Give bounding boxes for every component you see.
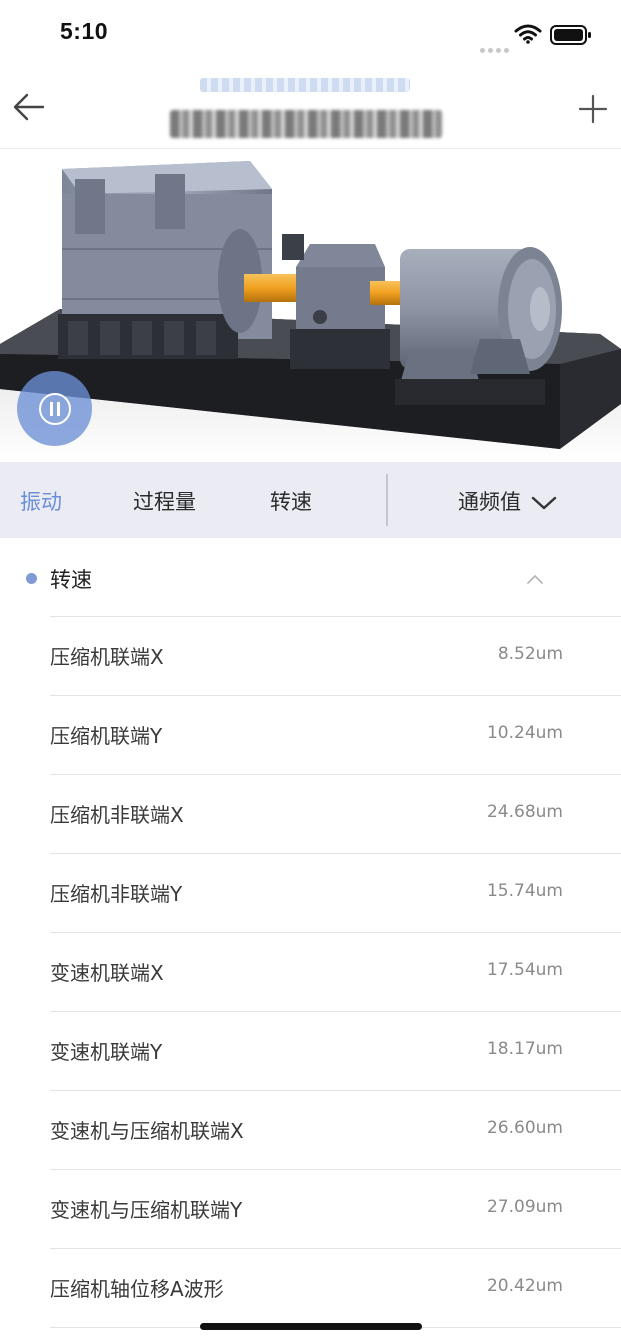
status-bar: 5:10 (0, 0, 621, 64)
list-item[interactable]: 变速机联端Y 18.17um (50, 1011, 621, 1090)
list-item-label: 压缩机轴位移A波形 (50, 1277, 224, 1301)
battery-icon (550, 25, 592, 49)
list-item-value: 24.68um (486, 802, 563, 822)
tab-process-quantity[interactable]: 过程量 (133, 486, 196, 516)
tab-divider (386, 474, 388, 526)
measurement-list: 压缩机联端X 8.52um 压缩机联端Y 10.24um 压缩机非联端X 24.… (50, 616, 621, 1328)
tab-vibration[interactable]: 振动 (20, 486, 62, 516)
list-item-label: 变速机联端Y (50, 1040, 163, 1064)
machine-illustration (0, 149, 621, 461)
chevron-down-icon (531, 496, 557, 510)
list-item-label: 变速机与压缩机联端Y (50, 1198, 243, 1222)
section-dot-icon (26, 573, 37, 584)
section-title: 转速 (50, 568, 92, 592)
list-item-label: 变速机与压缩机联端X (50, 1119, 244, 1143)
nav-subtitle-redacted (200, 78, 410, 92)
list-item[interactable]: 压缩机非联端X 24.68um (50, 774, 621, 853)
home-indicator[interactable] (200, 1323, 422, 1330)
list-item[interactable]: 变速机与压缩机联端Y 27.09um (50, 1169, 621, 1248)
plus-icon[interactable] (578, 94, 608, 128)
list-item-label: 压缩机非联端X (50, 803, 184, 827)
list-item[interactable]: 压缩机联端X 8.52um (50, 616, 621, 695)
list-item[interactable]: 变速机联端X 17.54um (50, 932, 621, 1011)
list-item-value: 10.24um (486, 723, 563, 743)
signal-dots-icon (480, 38, 512, 57)
list-item[interactable]: 压缩机联端Y 10.24um (50, 695, 621, 774)
list-item-label: 压缩机非联端Y (50, 882, 183, 906)
list-item-label: 变速机联端X (50, 961, 164, 985)
list-item-value: 26.60um (486, 1118, 563, 1138)
list-item-value: 18.17um (486, 1039, 563, 1059)
list-item[interactable]: 变速机与压缩机联端X 26.60um (50, 1090, 621, 1169)
list-item-value: 20.42um (486, 1276, 563, 1296)
nav-bar (0, 64, 621, 149)
pause-icon (38, 392, 71, 425)
tab-speed[interactable]: 转速 (270, 486, 312, 516)
chevron-up-icon[interactable] (526, 570, 544, 589)
arrow-left-icon[interactable] (12, 92, 46, 126)
list-item[interactable]: 压缩机轴位移A波形 20.42um (50, 1248, 621, 1328)
pause-button[interactable] (17, 371, 92, 446)
list-item-value: 17.54um (486, 960, 563, 980)
wifi-icon (514, 24, 542, 48)
list-item-value: 27.09um (486, 1197, 563, 1217)
list-item-value: 15.74um (486, 881, 563, 901)
nav-title-redacted (170, 110, 442, 138)
section-header[interactable]: 转速 (0, 540, 621, 616)
dropdown-label: 通频值 (458, 490, 521, 514)
status-time: 5:10 (60, 18, 109, 44)
list-item-label: 压缩机联端X (50, 645, 164, 669)
tab-bar: 振动 过程量 转速 通频值 (0, 462, 621, 538)
list-item[interactable]: 压缩机非联端Y 15.74um (50, 853, 621, 932)
list-item-value: 8.52um (497, 644, 563, 664)
list-item-label: 压缩机联端Y (50, 724, 163, 748)
value-type-dropdown[interactable]: 通频值 (458, 486, 557, 516)
